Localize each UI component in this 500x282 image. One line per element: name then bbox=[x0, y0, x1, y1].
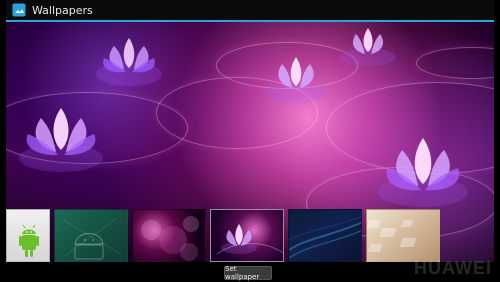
set-wallpaper-label: Set wallpaper bbox=[225, 265, 260, 281]
lotus-flower-icon bbox=[378, 138, 468, 207]
set-wallpaper-button[interactable]: Set wallpaper bbox=[224, 265, 272, 281]
wallpaper-thumbnail-strip bbox=[6, 209, 494, 262]
thumbnail-pink-lotus[interactable] bbox=[210, 209, 284, 262]
lotus-flower-icon bbox=[340, 28, 396, 66]
lotus-flower-icon bbox=[19, 108, 103, 172]
thumbnail-beige-blocks[interactable] bbox=[366, 209, 440, 262]
wallpaper-app-icon bbox=[12, 3, 26, 17]
wallpaper-preview bbox=[6, 22, 494, 262]
android-sketch-icon bbox=[62, 217, 122, 260]
android-robot-icon bbox=[19, 224, 39, 257]
wave-lines-icon bbox=[289, 216, 361, 259]
lotus-thumbnail-icon bbox=[216, 224, 283, 255]
thumbnail-android-green[interactable] bbox=[6, 209, 50, 262]
bokeh-pattern-icon bbox=[141, 216, 199, 261]
lotus-flower-icon bbox=[266, 57, 326, 103]
decorative-ring bbox=[416, 47, 494, 79]
lotus-flower-icon bbox=[96, 38, 162, 86]
app-frame: Wallpapers Set wallpaper HUAWEI bbox=[0, 0, 500, 282]
window-title: Wallpapers bbox=[32, 3, 93, 17]
thumbnail-pink-bokeh[interactable] bbox=[132, 209, 206, 262]
title-bar: Wallpapers bbox=[6, 0, 494, 22]
thumbnail-blue-waves[interactable] bbox=[288, 209, 362, 262]
watermark-text: HUAWEI bbox=[414, 258, 492, 278]
blocks-pattern-icon bbox=[367, 220, 417, 252]
thumbnail-android-sketch[interactable] bbox=[54, 209, 128, 262]
